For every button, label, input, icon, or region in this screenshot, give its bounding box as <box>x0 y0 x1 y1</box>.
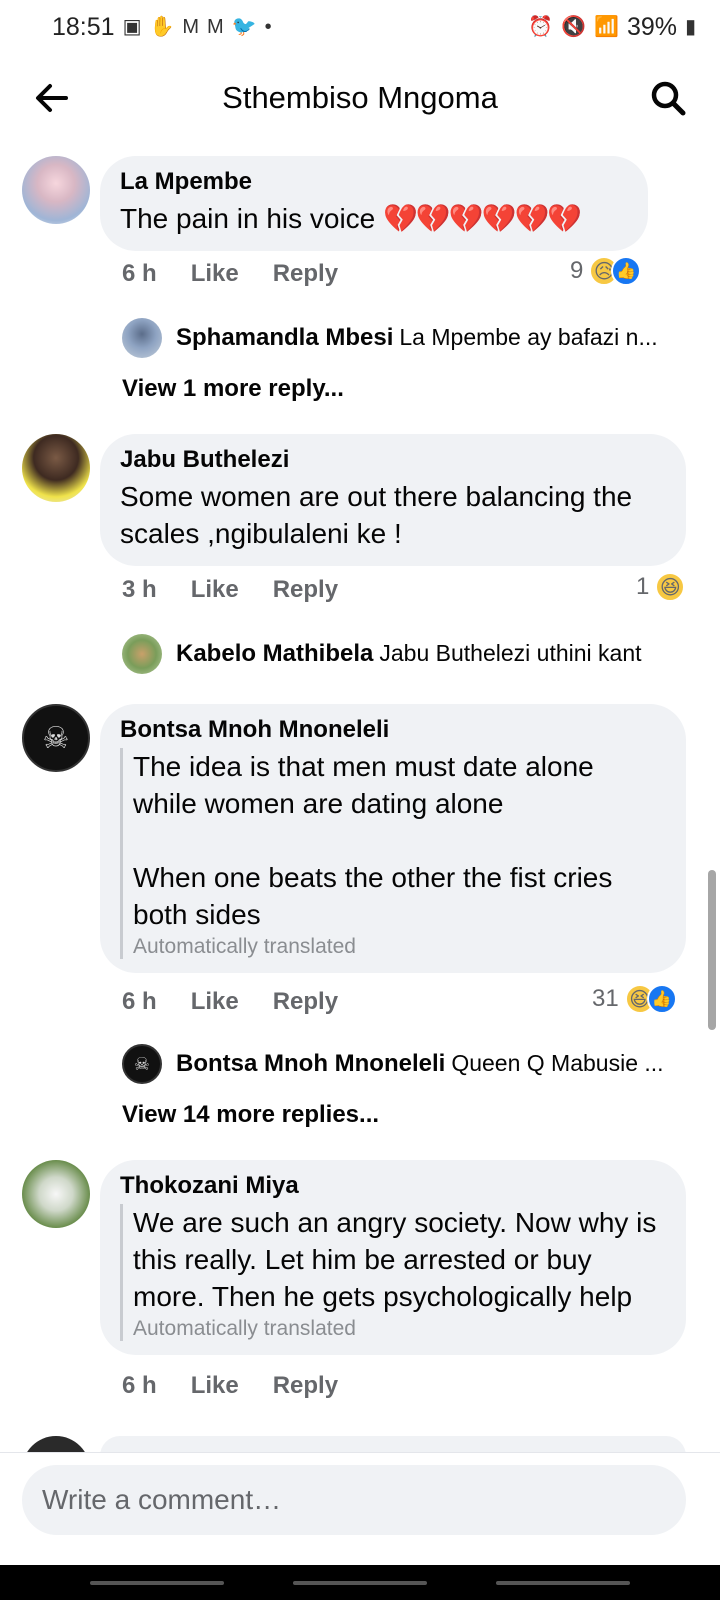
sub-reply-text: Jabu Buthelezi uthini kant <box>379 640 642 666</box>
comment-actions: 3 h Like Reply <box>122 576 338 604</box>
view-more-replies[interactable]: View 1 more reply... <box>122 375 344 403</box>
battery-level: 39% <box>626 12 677 41</box>
nav-back-button[interactable] <box>496 1581 630 1585</box>
sub-reply[interactable]: ☠ Bontsa Mnoh Mnoneleli Queen Q Mabusie .… <box>0 1044 720 1088</box>
broken-heart-emojis: 💔💔💔💔💔💔 <box>383 203 582 234</box>
comment-actions: 6 h Like Reply <box>122 1372 338 1400</box>
sub-reply-content: Bontsa Mnoh Mnoneleli Queen Q Mabusie ... <box>176 1050 664 1078</box>
nav-home-button[interactable] <box>293 1581 427 1585</box>
system-nav-bar <box>0 1565 720 1600</box>
scrollbar[interactable] <box>708 870 716 1030</box>
comment-text: When one beats the other the fist cries … <box>133 862 613 930</box>
comment-bubble[interactable]: Jabu Buthelezi Some women are out there … <box>100 434 686 566</box>
reaction-count: 9 <box>570 257 584 284</box>
reply-button[interactable]: Reply <box>273 260 338 288</box>
status-left: 18:51 ▣ ✋ M M 🐦 • <box>52 13 528 42</box>
avatar[interactable] <box>122 318 162 358</box>
comment-time: 6 h <box>122 988 157 1015</box>
sub-reply-text: La Mpembe ay bafazi n... <box>399 324 658 350</box>
status-right: ⏰ 🔇 📶 39% ▮ <box>528 13 696 42</box>
reply-button[interactable]: Reply <box>273 1372 338 1400</box>
like-button[interactable]: Like <box>191 576 239 604</box>
comment-actions: 6 h Like Reply <box>122 988 338 1016</box>
sub-reply[interactable]: Sphamandla Mbesi La Mpembe ay bafazi n... <box>0 318 720 362</box>
like-reaction-icon: 👍 <box>646 984 677 1014</box>
search-button[interactable] <box>644 74 692 122</box>
like-button[interactable]: Like <box>191 988 239 1016</box>
comment-input[interactable]: Write a comment… <box>22 1465 686 1535</box>
hand-icon: ✋ <box>149 16 175 38</box>
comment-text: The pain in his voice 💔💔💔💔💔💔 <box>120 200 626 237</box>
club-crest-icon: ☠ <box>42 721 70 755</box>
sub-reply-author[interactable]: Sphamandla Mbesi <box>176 324 393 351</box>
comment-composer: Write a comment… <box>0 1452 720 1562</box>
view-more-replies[interactable]: View 14 more replies... <box>122 1101 379 1129</box>
comment-time: 6 h <box>122 260 157 287</box>
comment-author[interactable]: Jabu Buthelezi <box>120 446 664 474</box>
auto-translated-label[interactable]: Automatically translated <box>133 935 664 959</box>
reaction-count: 1 <box>636 573 650 600</box>
comment-author[interactable]: Thokozani Miya <box>120 1172 664 1200</box>
comment-text: Some women are out there balancing the s… <box>120 481 633 549</box>
haha-reaction-icon: 😆 <box>655 572 686 602</box>
auto-translated-label[interactable]: Automatically translated <box>133 1317 664 1341</box>
sub-reply-content: Sphamandla Mbesi La Mpembe ay bafazi n... <box>176 324 658 352</box>
dot-icon: • <box>264 16 272 38</box>
mute-icon: 🔇 <box>561 16 587 38</box>
avatar[interactable]: ☠ <box>22 704 90 772</box>
comment-author[interactable]: La Mpembe <box>120 168 626 196</box>
comment-text: We are such an angry society. Now why is… <box>133 1207 657 1312</box>
sub-reply-author[interactable]: Bontsa Mnoh Mnoneleli <box>176 1050 445 1077</box>
comment-time: 3 h <box>122 576 157 603</box>
comment-actions: 6 h Like Reply <box>122 260 338 288</box>
avatar[interactable] <box>22 1160 90 1228</box>
comment-text-body: The pain in his voice <box>120 203 376 234</box>
like-reaction-icon: 👍 <box>611 256 642 286</box>
reaction-summary[interactable]: 31 😆 👍 <box>592 984 677 1014</box>
sub-reply-text: Queen Q Mabusie ... <box>451 1050 664 1076</box>
gmail-icon: M <box>182 16 200 38</box>
wifi-icon: 📶 <box>594 16 619 38</box>
avatar[interactable]: ☠ <box>122 1044 162 1084</box>
sub-reply[interactable]: Kabelo Mathibela Jabu Buthelezi uthini ka… <box>0 634 720 678</box>
translated-content: The idea is that men must date alone whi… <box>120 748 664 959</box>
teams-icon: ▣ <box>122 16 142 38</box>
like-button[interactable]: Like <box>191 260 239 288</box>
comment-bubble[interactable]: Bontsa Mnoh Mnoneleli The idea is that m… <box>100 704 686 973</box>
avatar[interactable] <box>22 156 90 224</box>
reply-button[interactable]: Reply <box>273 576 338 604</box>
alarm-icon: ⏰ <box>528 16 554 38</box>
sub-reply-content: Kabelo Mathibela Jabu Buthelezi uthini ka… <box>176 640 642 668</box>
gmail-icon: M <box>207 16 224 38</box>
nav-recents-button[interactable] <box>90 1581 224 1585</box>
status-time: 18:51 <box>52 12 115 41</box>
search-icon <box>651 81 686 116</box>
comment-author[interactable]: Bontsa Mnoh Mnoneleli <box>120 716 664 744</box>
translated-content: We are such an angry society. Now why is… <box>120 1204 664 1341</box>
like-button[interactable]: Like <box>191 1372 239 1400</box>
header: Sthembiso Mngoma <box>0 58 720 138</box>
page-title: Sthembiso Mngoma <box>222 80 498 115</box>
sub-reply-author[interactable]: Kabelo Mathibela <box>176 640 373 667</box>
comment-bubble[interactable]: Thokozani Miya We are such an angry soci… <box>100 1160 686 1355</box>
club-crest-icon: ☠ <box>133 1053 151 1074</box>
back-arrow-icon <box>36 84 68 112</box>
back-button[interactable] <box>28 74 76 122</box>
reaction-count: 31 <box>592 985 619 1012</box>
comment-time: 6 h <box>122 1372 157 1399</box>
comment-bubble[interactable]: La Mpembe The pain in his voice 💔💔💔💔💔💔 <box>100 156 648 251</box>
avatar[interactable] <box>22 434 90 502</box>
twitter-icon: 🐦 <box>231 16 257 38</box>
reaction-summary[interactable]: 1 😆 <box>636 572 686 602</box>
reply-button[interactable]: Reply <box>273 988 338 1016</box>
avatar[interactable] <box>122 634 162 674</box>
comment-text: The idea is that men must date alone whi… <box>133 751 594 819</box>
battery-icon: ▮ <box>684 16 696 38</box>
status-bar: 18:51 ▣ ✋ M M 🐦 • ⏰ 🔇 📶 39% ▮ <box>0 0 720 54</box>
reaction-summary[interactable]: 9 😥 👍 <box>570 256 642 286</box>
